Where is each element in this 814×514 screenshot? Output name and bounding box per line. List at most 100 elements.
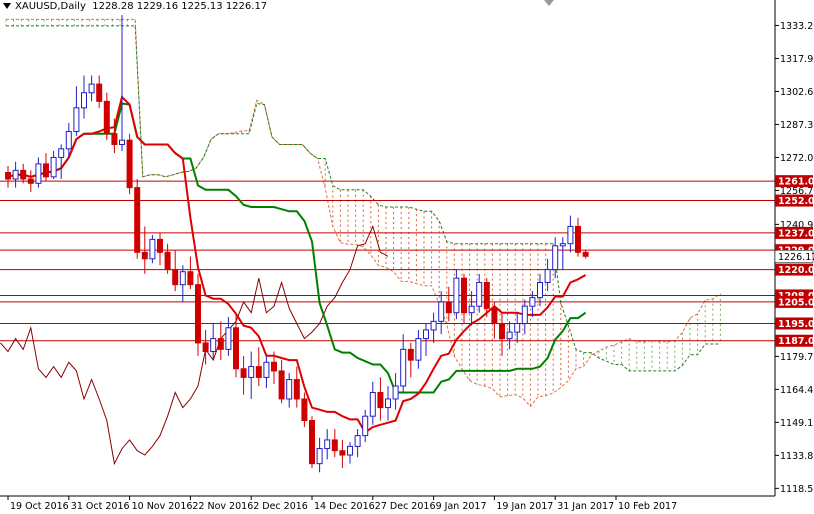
level-label: 1252.00 bbox=[775, 194, 814, 207]
level-label: 1237.00 bbox=[775, 226, 814, 239]
candle-body bbox=[453, 277, 460, 314]
candle-body bbox=[119, 139, 125, 145]
price-tick-label: 1287.30 bbox=[780, 120, 814, 131]
candle-body bbox=[255, 366, 262, 378]
price-tick-label: 1333.20 bbox=[780, 21, 814, 32]
level-label-text: 1252.00 bbox=[778, 196, 814, 207]
candle-body bbox=[65, 131, 72, 150]
candle-body bbox=[157, 238, 163, 253]
candle-body bbox=[483, 282, 490, 309]
price-tick-label: 1164.45 bbox=[780, 385, 814, 396]
candle-body bbox=[278, 370, 285, 400]
candle-body bbox=[149, 238, 156, 260]
candle-body bbox=[537, 282, 543, 299]
candle-body bbox=[385, 398, 391, 409]
level-label: 1261.00 bbox=[775, 175, 814, 188]
candle-body bbox=[369, 391, 376, 417]
time-tick-label: 19 Jan 2017 bbox=[496, 501, 553, 512]
candle-body bbox=[544, 269, 551, 284]
candle-body bbox=[111, 133, 118, 145]
time-tick-label: 22 Nov 2016 bbox=[192, 501, 253, 512]
candle-body bbox=[73, 107, 80, 133]
candle-body bbox=[468, 305, 475, 314]
time-tick-label: 19 Oct 2016 bbox=[10, 501, 69, 512]
candle-body bbox=[286, 379, 293, 400]
candle-body bbox=[514, 322, 521, 333]
candle-body bbox=[233, 327, 239, 370]
symbol-header: XAUUSD,Daily 1228.28 1229.16 1225.13 122… bbox=[3, 1, 267, 12]
candle bbox=[134, 178, 141, 259]
time-tick-label: 2 Dec 2016 bbox=[253, 501, 308, 512]
time-tick-label: 10 Feb 2017 bbox=[618, 501, 677, 512]
candle-body bbox=[499, 322, 505, 340]
time-tick-label: 31 Jan 2017 bbox=[557, 501, 614, 512]
time-tick-label: 10 Nov 2016 bbox=[132, 501, 193, 512]
candle-body bbox=[248, 366, 255, 378]
candle-body bbox=[141, 251, 148, 260]
candle-body bbox=[58, 148, 65, 158]
candle-body bbox=[552, 245, 559, 271]
candle-body bbox=[521, 305, 528, 324]
level-label: 1205.00 bbox=[775, 295, 814, 308]
price-tick-label: 1272.00 bbox=[780, 153, 814, 164]
time-tick-label: 9 Jan 2017 bbox=[436, 501, 487, 512]
level-label-text: 1237.00 bbox=[778, 228, 814, 239]
candle-body bbox=[476, 282, 483, 307]
level-label-text: 1205.00 bbox=[778, 297, 814, 308]
candle-body bbox=[172, 269, 179, 286]
dropdown-triangle-icon[interactable] bbox=[3, 3, 11, 9]
candle-body bbox=[430, 320, 437, 331]
price-tick-label: 1149.15 bbox=[780, 418, 814, 429]
candle bbox=[126, 133, 133, 195]
candle-body bbox=[559, 243, 566, 247]
time-tick-label: 27 Dec 2016 bbox=[375, 501, 436, 512]
candle-body bbox=[506, 331, 513, 340]
current-price-text: 1226.17 bbox=[778, 252, 814, 263]
candle-body bbox=[27, 178, 34, 184]
price-tick-label: 1179.75 bbox=[780, 352, 814, 363]
candle-body bbox=[5, 172, 11, 180]
time-tick-label: 31 Oct 2016 bbox=[71, 501, 130, 512]
scroll-marker-icon[interactable] bbox=[544, 0, 554, 6]
candle-body bbox=[316, 448, 323, 465]
candle-body bbox=[217, 338, 224, 350]
level-label-text: 1195.00 bbox=[778, 319, 814, 330]
level-label-text: 1220.00 bbox=[778, 265, 814, 276]
candle-body bbox=[20, 169, 27, 180]
candle-body bbox=[438, 301, 445, 322]
level-label: 1195.00 bbox=[775, 317, 814, 330]
candle-body bbox=[210, 338, 217, 353]
time-tick-label: 14 Dec 2016 bbox=[314, 501, 375, 512]
candle-body bbox=[126, 139, 133, 189]
candle-body bbox=[88, 83, 95, 94]
candle-body bbox=[81, 92, 87, 109]
candle-body bbox=[12, 169, 19, 180]
candle-body bbox=[195, 284, 201, 344]
candle-body bbox=[491, 307, 498, 324]
price-chart[interactable]: 1333.201317.901302.601287.301272.001256.… bbox=[0, 0, 814, 514]
candle-body bbox=[445, 301, 452, 314]
candle-body bbox=[187, 271, 194, 286]
symbol-label: XAUUSD,Daily bbox=[15, 1, 86, 12]
candle-body bbox=[293, 379, 300, 400]
candle-body bbox=[400, 348, 407, 387]
candle-body bbox=[392, 385, 399, 400]
price-tick-label: 1118.55 bbox=[780, 484, 814, 495]
level-label: 1187.00 bbox=[775, 334, 814, 347]
candle-body bbox=[202, 342, 209, 353]
current-price-label: 1226.17 bbox=[774, 250, 814, 263]
candle-body bbox=[225, 327, 232, 350]
candle-body bbox=[377, 391, 384, 409]
candle-body bbox=[271, 361, 277, 372]
candle-body bbox=[35, 163, 42, 184]
candle-body bbox=[324, 439, 331, 450]
candle-body bbox=[301, 398, 308, 422]
candle-body bbox=[415, 338, 422, 361]
price-tick-label: 1317.90 bbox=[780, 54, 814, 65]
chart-root: 1333.201317.901302.601287.301272.001256.… bbox=[0, 0, 814, 514]
candle-body bbox=[164, 251, 171, 271]
candle-body bbox=[103, 100, 110, 135]
candle-body bbox=[339, 450, 346, 456]
level-label-text: 1261.00 bbox=[778, 177, 814, 188]
ohlc-readout: 1228.28 1229.16 1225.13 1226.17 bbox=[92, 1, 268, 12]
